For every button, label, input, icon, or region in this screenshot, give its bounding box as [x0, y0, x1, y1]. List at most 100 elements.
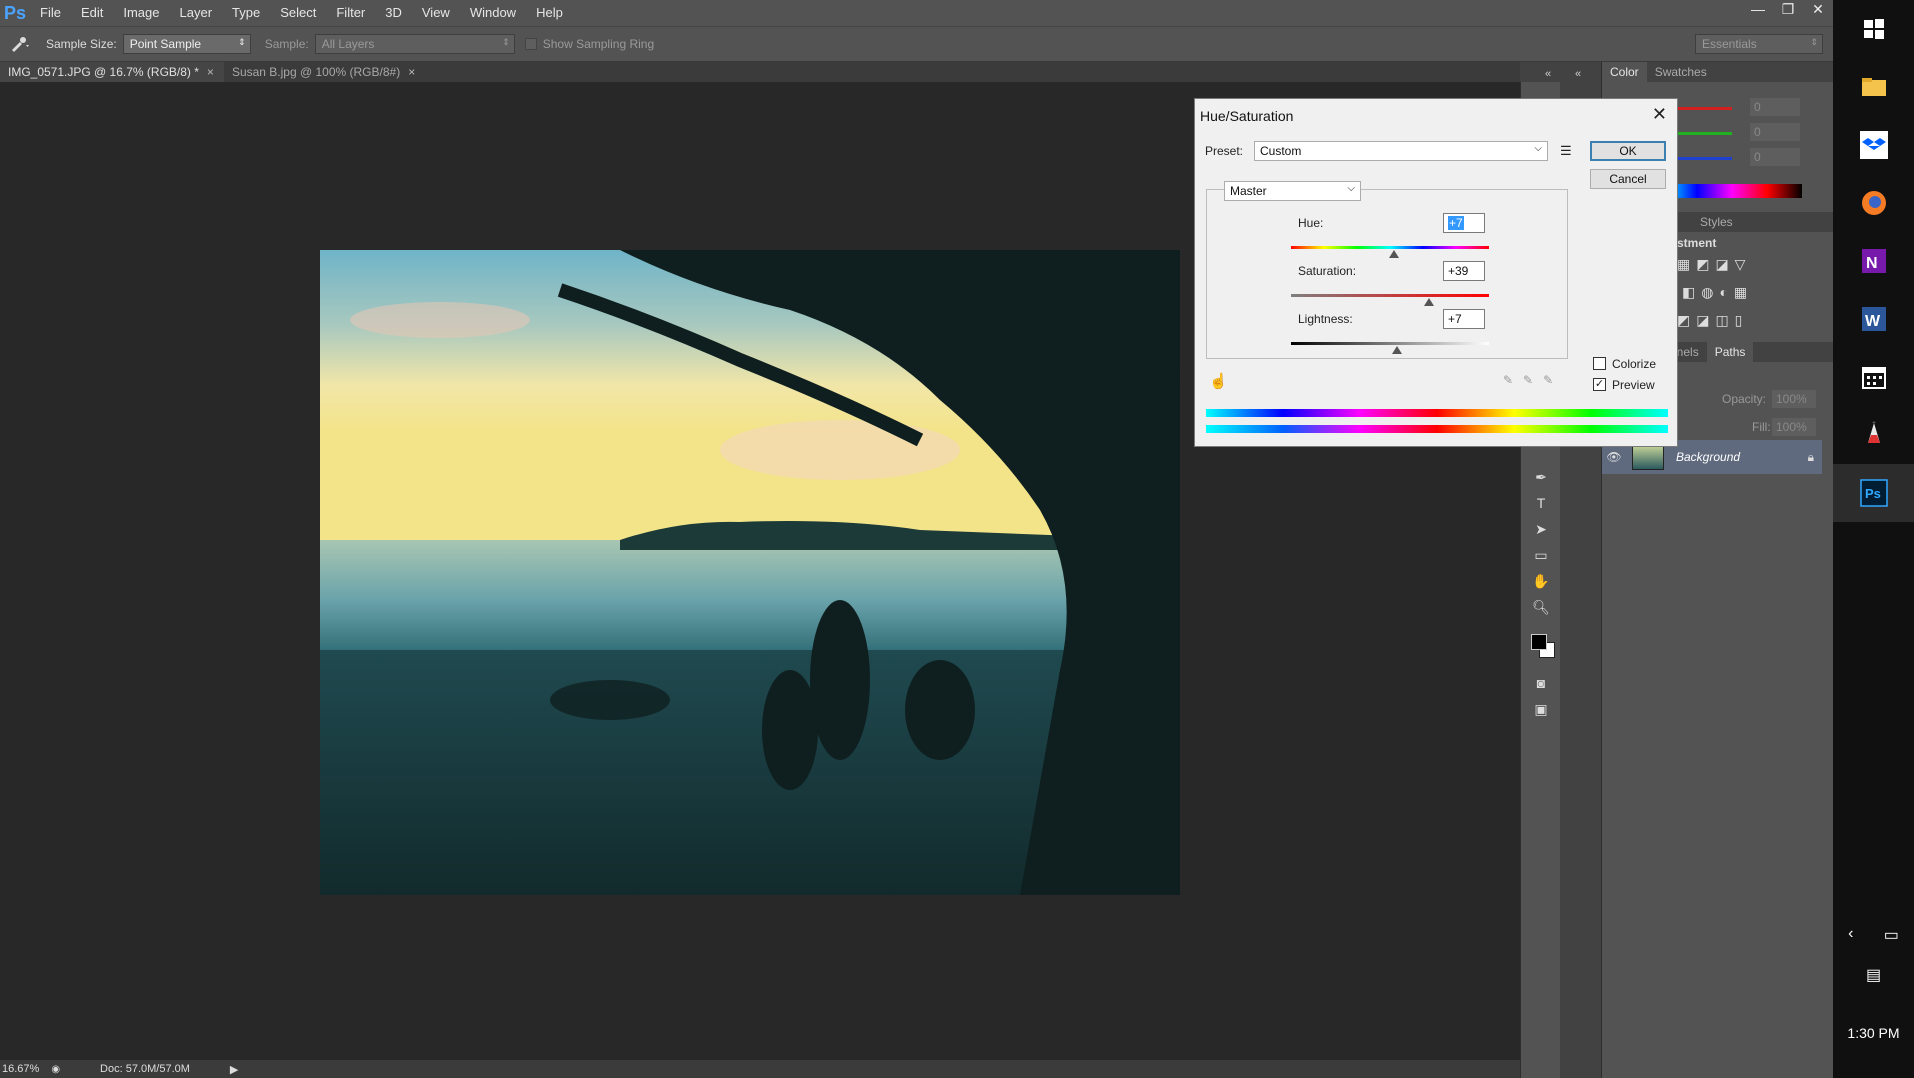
screen-mode-icon[interactable]: ▣ — [1521, 696, 1561, 722]
menu-help[interactable]: Help — [526, 0, 573, 26]
blue-slider[interactable] — [1672, 157, 1732, 160]
status-menu-arrow-icon[interactable]: ▶ — [230, 1063, 238, 1076]
path-selection-tool-icon[interactable]: ➤ — [1521, 516, 1561, 542]
layer-name[interactable]: Background — [1676, 450, 1740, 464]
preset-select[interactable]: Custom ⌵ — [1254, 141, 1548, 161]
tab-img-0571[interactable]: IMG_0571.JPG @ 16.7% (RGB/8) * × — [0, 62, 224, 82]
battery-icon[interactable]: ▭ — [1884, 925, 1899, 945]
tab-color[interactable]: Color — [1602, 62, 1647, 82]
saturation-input[interactable]: +39 — [1443, 261, 1485, 281]
hue-slider[interactable] — [1291, 246, 1489, 249]
hand-tool-icon[interactable]: ✋ — [1521, 568, 1561, 594]
windows-start-icon[interactable] — [1833, 0, 1914, 58]
preset-options-icon[interactable]: ☰ — [1560, 143, 1572, 159]
menu-file[interactable]: File — [30, 0, 71, 26]
photoshop-taskbar-icon[interactable]: Ps — [1833, 464, 1914, 522]
sample-size-value: Point Sample — [129, 37, 202, 51]
zoom-level[interactable]: 16.67% — [2, 1063, 39, 1075]
firefox-icon[interactable] — [1833, 174, 1914, 232]
tab-paths[interactable]: Paths — [1706, 342, 1754, 362]
red-value[interactable]: 0 — [1750, 98, 1800, 116]
document-tabs: IMG_0571.JPG @ 16.7% (RGB/8) * × Susan B.… — [0, 62, 1520, 82]
taskbar-clock[interactable]: 1:30 PM — [1833, 1025, 1914, 1041]
menu-layer[interactable]: Layer — [170, 0, 223, 26]
menu-view[interactable]: View — [412, 0, 460, 26]
workspace-select[interactable]: Essentials ⇕ — [1695, 34, 1823, 54]
preview-checkbox[interactable]: ✓ — [1593, 378, 1606, 391]
menu-edit[interactable]: Edit — [71, 0, 113, 26]
opacity-label: Opacity: — [1722, 392, 1767, 406]
green-slider[interactable] — [1672, 132, 1732, 135]
chevron-left-icon[interactable]: ‹ — [1848, 925, 1853, 945]
menu-select[interactable]: Select — [270, 0, 326, 26]
pencil-app-icon[interactable] — [1833, 406, 1914, 464]
dialog-title: Hue/Saturation — [1200, 108, 1294, 124]
sample-value: All Layers — [321, 37, 375, 51]
menu-filter[interactable]: Filter — [326, 0, 375, 26]
pen-tool-icon[interactable]: ✒ — [1521, 464, 1561, 490]
tab-swatches[interactable]: Swatches — [1647, 62, 1715, 82]
ok-button[interactable]: OK — [1590, 141, 1666, 161]
dropbox-icon[interactable] — [1833, 116, 1914, 174]
expand-arrows-icon[interactable]: « — [1575, 68, 1581, 80]
adjustment-icons-row-1[interactable]: ▦◩◪▽ — [1677, 256, 1751, 273]
word-icon[interactable]: W — [1833, 290, 1914, 348]
lightness-input[interactable]: +7 — [1443, 309, 1485, 329]
color-swatches[interactable] — [1521, 620, 1560, 670]
menu-image[interactable]: Image — [113, 0, 169, 26]
cancel-button[interactable]: Cancel — [1590, 169, 1666, 189]
type-tool-icon[interactable]: T — [1521, 490, 1561, 516]
collapse-arrows-icon[interactable]: « — [1545, 68, 1551, 80]
document-canvas-image[interactable] — [320, 250, 1180, 895]
quick-mask-icon[interactable]: ◙ — [1521, 670, 1561, 696]
hue-saturation-dialog: Hue/Saturation ✕ Preset: Custom ⌵ ☰ OK C… — [1194, 98, 1678, 447]
minimize-button[interactable]: — — [1743, 0, 1773, 20]
layer-thumbnail — [1632, 444, 1664, 470]
colorize-label: Colorize — [1612, 357, 1657, 371]
foreground-color-swatch[interactable] — [1531, 634, 1547, 650]
show-sampling-ring-checkbox[interactable] — [524, 38, 537, 50]
close-tab-icon[interactable]: × — [207, 65, 214, 79]
menu-3d[interactable]: 3D — [375, 0, 412, 26]
fill-label: Fill: — [1752, 420, 1771, 434]
calendar-icon[interactable] — [1833, 348, 1914, 406]
sample-select[interactable]: All Layers ⇕ — [314, 34, 515, 54]
lightness-slider[interactable] — [1291, 342, 1489, 345]
color-ramp[interactable] — [1662, 184, 1802, 198]
red-slider[interactable] — [1672, 107, 1732, 110]
menu-window[interactable]: Window — [460, 0, 526, 26]
close-tab-icon[interactable]: × — [408, 65, 415, 79]
tab-styles[interactable]: Styles — [1692, 212, 1741, 232]
fill-value[interactable]: 100% — [1772, 418, 1816, 436]
tab-susan-b[interactable]: Susan B.jpg @ 100% (RGB/8#) × — [223, 62, 426, 82]
file-explorer-icon[interactable] — [1833, 58, 1914, 116]
dialog-close-icon[interactable]: ✕ — [1652, 104, 1667, 125]
onenote-icon[interactable]: N — [1833, 232, 1914, 290]
saturation-slider[interactable] — [1291, 294, 1489, 297]
eyedropper-icons[interactable]: ✎✎✎ — [1503, 373, 1563, 387]
menu-type[interactable]: Type — [222, 0, 270, 26]
saturation-slider-thumb[interactable] — [1423, 298, 1434, 306]
channel-select[interactable]: Master ⌵ — [1224, 181, 1361, 201]
green-value[interactable]: 0 — [1750, 123, 1800, 141]
tab-label: Susan B.jpg @ 100% (RGB/8#) — [231, 65, 401, 79]
on-image-adjust-hand-icon[interactable]: ☝ — [1209, 372, 1228, 390]
eyedropper-tool-preset-icon[interactable] — [0, 36, 40, 52]
lightness-slider-thumb[interactable] — [1391, 346, 1402, 354]
restore-button[interactable]: ❐ — [1773, 0, 1803, 20]
blue-value[interactable]: 0 — [1750, 148, 1800, 166]
action-center-icon[interactable]: ▤ — [1833, 965, 1914, 985]
eye-visibility-icon[interactable]: 👁︎ — [1602, 450, 1626, 464]
opacity-value[interactable]: 100% — [1772, 390, 1816, 408]
hue-slider-thumb[interactable] — [1388, 250, 1399, 258]
close-button[interactable]: ✕ — [1803, 0, 1833, 20]
status-info-icon[interactable]: ◉ — [51, 1064, 60, 1075]
adjustment-icons-row-3[interactable]: ◩◪◫▯ — [1677, 312, 1748, 329]
zoom-tool-icon[interactable]: 🔍︎ — [1521, 594, 1561, 620]
show-sampling-ring-label: Show Sampling Ring — [542, 37, 655, 51]
rectangle-tool-icon[interactable]: ▭ — [1521, 542, 1561, 568]
colorize-checkbox[interactable] — [1593, 357, 1606, 370]
sample-size-select[interactable]: Point Sample ⇕ — [122, 34, 251, 54]
hue-input[interactable]: +7 — [1443, 213, 1485, 233]
adjustment-icons-row-2[interactable]: ◧◍◐▦ — [1682, 284, 1753, 301]
